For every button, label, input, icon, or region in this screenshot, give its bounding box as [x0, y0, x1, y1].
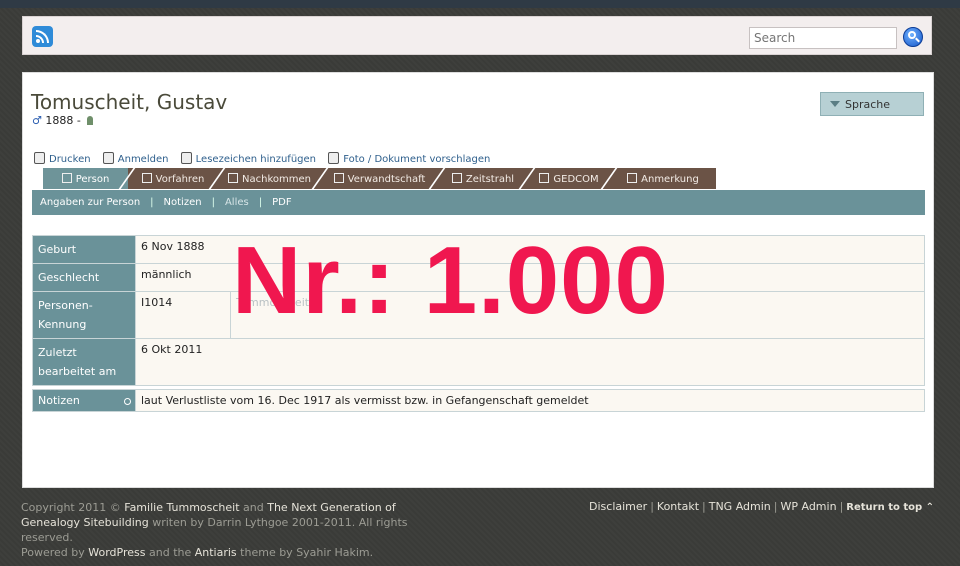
tab-relationship[interactable]: Verwandtschaft	[311, 168, 438, 189]
search-input[interactable]	[749, 27, 897, 49]
note-icon	[627, 173, 638, 183]
print-link[interactable]: Drucken	[34, 152, 91, 165]
tab-timeline[interactable]: Zeitstrahl	[428, 168, 528, 189]
relationship-icon	[333, 173, 344, 183]
language-dropdown[interactable]: Sprache	[820, 92, 924, 116]
tab-person[interactable]: Person	[43, 168, 128, 189]
main-content: Tomuscheit, Gustav ♂ 1888 - Sprache Druc…	[22, 72, 934, 488]
search-button[interactable]	[903, 27, 923, 47]
bookmark-icon	[180, 152, 192, 164]
language-label: Sprache	[845, 98, 891, 111]
toggle-icon[interactable]	[124, 398, 131, 405]
person-icon	[61, 173, 72, 183]
tab-ancestors[interactable]: Vorfahren	[118, 168, 218, 189]
tab-gedcom[interactable]: GEDCOM	[518, 168, 610, 189]
wordpress-link[interactable]: WordPress	[88, 546, 145, 559]
disclaimer-link[interactable]: Disclaimer	[589, 500, 647, 513]
fact-label: Geburt	[32, 235, 136, 264]
gedcom-icon	[539, 173, 550, 183]
fact-label: Geschlecht	[32, 263, 136, 292]
top-bar	[22, 16, 932, 55]
site-link[interactable]: Familie Tummoscheit	[124, 501, 239, 514]
timeline-icon	[451, 173, 462, 183]
photo-icon	[328, 152, 340, 164]
rss-feed-icon[interactable]	[32, 26, 53, 47]
print-icon	[34, 152, 45, 164]
wp-admin-link[interactable]: WP Admin	[780, 500, 836, 513]
male-icon: ♂	[32, 114, 42, 127]
subnav-pdf[interactable]: PDF	[272, 197, 291, 208]
antiaris-link[interactable]: Antiaris	[195, 546, 237, 559]
page-title: Tomuscheit, Gustav	[31, 90, 228, 114]
subnav-notes[interactable]: Notizen	[164, 197, 202, 208]
tab-note[interactable]: Anmerkung	[600, 168, 716, 189]
contact-link[interactable]: Kontakt	[657, 500, 699, 513]
triangle-down-icon	[830, 101, 840, 107]
notes-table: Notizen laut Verlustliste vom 16. Dec 19…	[32, 389, 925, 412]
bookmark-link[interactable]: Lesezeichen hinzufügen	[180, 152, 316, 165]
suggest-photo-link[interactable]: Foto / Dokument vorschlagen	[328, 152, 490, 165]
action-links: Drucken Anmelden Lesezeichen hinzufügen …	[34, 152, 499, 165]
notes-label: Notizen	[32, 389, 136, 412]
footer-copyright: Copyright 2011 © Familie Tummoscheit and…	[21, 501, 408, 559]
fact-label: Zuletzt bearbeitet am	[32, 338, 136, 386]
lock-icon	[102, 152, 114, 164]
table-row: Notizen laut Verlustliste vom 16. Dec 19…	[32, 389, 925, 412]
ancestors-icon	[141, 173, 152, 183]
tng-admin-link[interactable]: TNG Admin	[709, 500, 771, 513]
gravestone-icon	[87, 116, 94, 125]
fact-label: Personen-Kennung	[32, 291, 136, 339]
life-dates: 1888 -	[45, 114, 81, 127]
table-row: Zuletzt bearbeitet am 6 Okt 2011	[32, 338, 925, 386]
watermark-number: Nr.: 1.000	[232, 227, 669, 334]
subnav-all[interactable]: Alles	[225, 197, 249, 208]
person-subtitle: ♂ 1888 -	[32, 114, 94, 127]
fact-value: I1014	[135, 291, 231, 339]
return-to-top-link[interactable]: Return to top ⌃	[846, 502, 934, 513]
sub-navigation: Angaben zur Person | Notizen | Alles | PDF	[32, 190, 925, 215]
descendants-icon	[228, 173, 238, 183]
fact-value: 6 Okt 2011	[135, 338, 925, 386]
footer-links: Disclaimer | Kontakt | TNG Admin | WP Admin | Re…	[589, 500, 934, 513]
top-strip	[0, 0, 960, 8]
notes-text: laut Verlustliste vom 16. Dec 1917 als v…	[135, 389, 925, 412]
login-link[interactable]: Anmelden	[102, 152, 168, 165]
tab-descendants[interactable]: Nachkommen	[208, 168, 321, 189]
subnav-person-details[interactable]: Angaben zur Person	[40, 197, 140, 208]
